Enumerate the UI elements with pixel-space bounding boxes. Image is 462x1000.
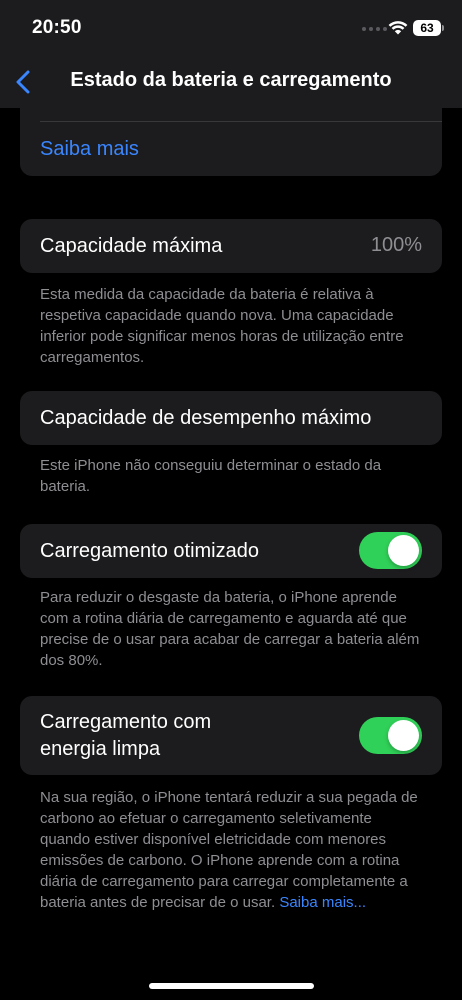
top-section-card: Saiba mais xyxy=(20,108,442,176)
optimized-charging-label: Carregamento otimizado xyxy=(40,540,259,562)
cellular-signal-icon xyxy=(362,27,387,31)
clean-energy-learn-more-link[interactable]: Saiba mais... xyxy=(279,894,366,911)
peak-performance-footer: Este iPhone não conseguiu determinar o e… xyxy=(40,457,382,495)
clean-energy-charging-label-line1: Carregamento com xyxy=(40,711,212,733)
battery-icon: 63 xyxy=(413,20,441,36)
peak-performance-label: Capacidade de desempenho máximo xyxy=(40,407,372,429)
clean-energy-charging-footer: Na sua região, o iPhone tentará reduzir … xyxy=(40,787,426,913)
toggle-knob xyxy=(388,720,419,751)
clean-energy-charging-row: Carregamento com energia limpa xyxy=(20,696,442,775)
clean-energy-charging-toggle[interactable] xyxy=(359,717,422,754)
optimized-charging-footer: Para reduzir o desgaste da bateria, o iP… xyxy=(40,589,420,669)
max-capacity-label: Capacidade máxima xyxy=(40,235,223,257)
clean-energy-charging-label-line2: energia limpa xyxy=(40,738,161,760)
max-capacity-value: 100% xyxy=(370,234,422,256)
page-title: Estado da bateria e carregamento xyxy=(70,69,392,91)
home-indicator[interactable] xyxy=(149,983,314,989)
navigation-bar: Estado da bateria e carregamento xyxy=(0,56,462,108)
status-bar: 20:50 63 xyxy=(0,0,462,56)
learn-more-link[interactable]: Saiba mais xyxy=(40,136,139,163)
clean-energy-footer-text: Na sua região, o iPhone tentará reduzir … xyxy=(40,789,418,911)
peak-performance-row: Capacidade de desempenho máximo xyxy=(20,391,442,445)
status-time: 20:50 xyxy=(32,17,82,38)
max-capacity-row: Capacidade máxima 100% xyxy=(20,219,442,273)
optimized-charging-row: Carregamento otimizado xyxy=(20,524,442,578)
wifi-icon xyxy=(388,21,408,35)
max-capacity-footer: Esta medida da capacidade da bateria é r… xyxy=(40,286,404,366)
optimized-charging-toggle[interactable] xyxy=(359,532,422,569)
battery-health-screen: 20:50 63 Estado da bateria e carregament… xyxy=(0,0,462,1000)
divider xyxy=(40,121,442,122)
battery-cap xyxy=(442,25,444,31)
toggle-knob xyxy=(388,535,419,566)
